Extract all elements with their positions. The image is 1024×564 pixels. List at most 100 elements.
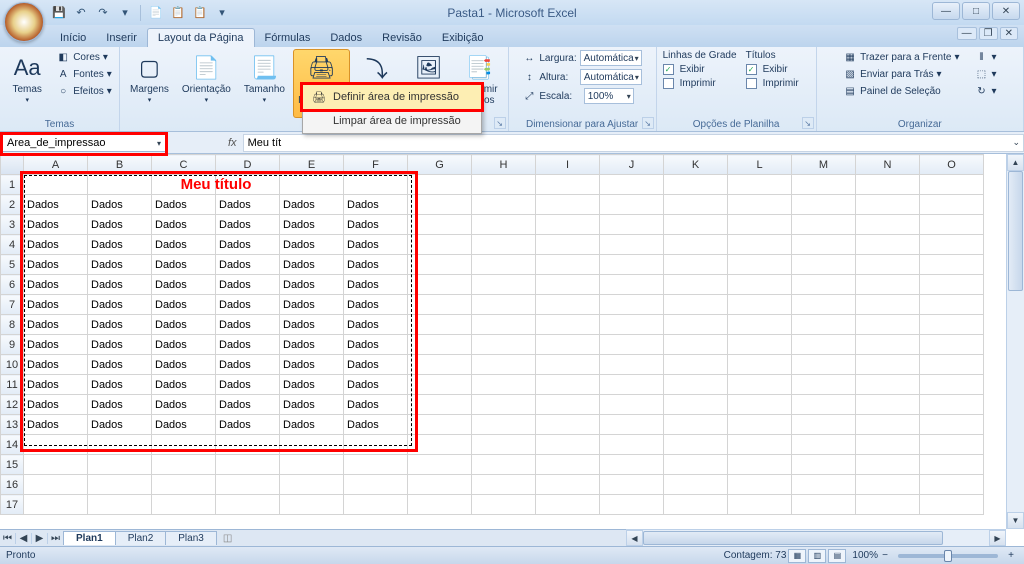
cell-N1[interactable] [856, 175, 920, 195]
col-header-F[interactable]: F [344, 155, 408, 175]
cell-F16[interactable] [344, 475, 408, 495]
cell-G15[interactable] [408, 455, 472, 475]
cell-J4[interactable] [600, 235, 664, 255]
cell-A10[interactable]: Dados [24, 355, 88, 375]
cell-G14[interactable] [408, 435, 472, 455]
name-box[interactable]: Area_de_impressao ▾ [2, 134, 166, 152]
cell-A6[interactable]: Dados [24, 275, 88, 295]
cell-N4[interactable] [856, 235, 920, 255]
cell-D7[interactable]: Dados [216, 295, 280, 315]
cell-K14[interactable] [664, 435, 728, 455]
cell-J10[interactable] [600, 355, 664, 375]
cell-J16[interactable] [600, 475, 664, 495]
cell-J7[interactable] [600, 295, 664, 315]
cell-I15[interactable] [536, 455, 600, 475]
cell-L5[interactable] [728, 255, 792, 275]
cell-O5[interactable] [920, 255, 984, 275]
cell-L17[interactable] [728, 495, 792, 515]
escala-spinner[interactable]: 100% [584, 88, 634, 104]
cell-C17[interactable] [152, 495, 216, 515]
col-header-I[interactable]: I [536, 155, 600, 175]
orientacao-button[interactable]: 📄Orientação▾ [177, 49, 236, 107]
cell-K13[interactable] [664, 415, 728, 435]
trazer-frente-button[interactable]: ▦Trazer para a Frente ▾ [840, 49, 962, 65]
cell-J17[interactable] [600, 495, 664, 515]
cell-B9[interactable]: Dados [88, 335, 152, 355]
scroll-up-button[interactable]: ▲ [1007, 154, 1024, 171]
cell-J9[interactable] [600, 335, 664, 355]
dialog-launcher-config-pagina[interactable]: ↘ [494, 117, 506, 129]
cell-A17[interactable] [24, 495, 88, 515]
cell-F13[interactable]: Dados [344, 415, 408, 435]
zoom-thumb[interactable] [944, 550, 952, 562]
cell-M16[interactable] [792, 475, 856, 495]
cell-A5[interactable]: Dados [24, 255, 88, 275]
tamanho-button[interactable]: 📃Tamanho▾ [239, 49, 290, 107]
row-header-15[interactable]: 15 [1, 455, 24, 475]
painel-selecao-button[interactable]: ▤Painel de Seleção [840, 83, 962, 99]
cell-B15[interactable] [88, 455, 152, 475]
cell-N10[interactable] [856, 355, 920, 375]
view-normal-button[interactable]: ▦ [788, 549, 806, 563]
col-header-G[interactable]: G [408, 155, 472, 175]
col-header-K[interactable]: K [664, 155, 728, 175]
cell-J3[interactable] [600, 215, 664, 235]
col-header-B[interactable]: B [88, 155, 152, 175]
cell-E7[interactable]: Dados [280, 295, 344, 315]
worksheet-grid[interactable]: ABCDEFGHIJKLMNO1Meu título2DadosDadosDad… [0, 154, 1006, 529]
cell-G11[interactable] [408, 375, 472, 395]
cell-C11[interactable]: Dados [152, 375, 216, 395]
cell-A7[interactable]: Dados [24, 295, 88, 315]
sheet-tab-plan3[interactable]: Plan3 [165, 531, 217, 545]
cell-G2[interactable] [408, 195, 472, 215]
cell-G4[interactable] [408, 235, 472, 255]
cell-D3[interactable]: Dados [216, 215, 280, 235]
row-header-14[interactable]: 14 [1, 435, 24, 455]
cell-L13[interactable] [728, 415, 792, 435]
cell-G7[interactable] [408, 295, 472, 315]
largura-combo[interactable]: Automática [580, 50, 642, 66]
headings-view-checkbox[interactable]: ✓Exibir [743, 63, 813, 76]
cell-I3[interactable] [536, 215, 600, 235]
cell-B8[interactable]: Dados [88, 315, 152, 335]
cell-M13[interactable] [792, 415, 856, 435]
cell-M10[interactable] [792, 355, 856, 375]
align-button[interactable]: ⫴▾ [971, 49, 999, 65]
altura-combo[interactable]: Automática [580, 69, 642, 85]
cell-K11[interactable] [664, 375, 728, 395]
row-header-11[interactable]: 11 [1, 375, 24, 395]
cell-E10[interactable]: Dados [280, 355, 344, 375]
row-header-1[interactable]: 1 [1, 175, 24, 195]
cell-H8[interactable] [472, 315, 536, 335]
cell-A14[interactable] [24, 435, 88, 455]
cell-J13[interactable] [600, 415, 664, 435]
cell-F8[interactable]: Dados [344, 315, 408, 335]
fx-icon[interactable]: fx [228, 137, 237, 149]
sheet-nav-next[interactable]: ▶ [32, 533, 48, 544]
cell-C6[interactable]: Dados [152, 275, 216, 295]
tab-dados[interactable]: Dados [320, 29, 372, 47]
row-header-8[interactable]: 8 [1, 315, 24, 335]
new-sheet-button[interactable]: ◫ [217, 532, 238, 545]
cell-O8[interactable] [920, 315, 984, 335]
margens-button[interactable]: ▢Margens▾ [125, 49, 174, 107]
cell-H15[interactable] [472, 455, 536, 475]
cell-L12[interactable] [728, 395, 792, 415]
wb-close-button[interactable]: ✕ [1000, 27, 1018, 40]
group-button[interactable]: ⬚▾ [971, 66, 999, 82]
cell-G8[interactable] [408, 315, 472, 335]
zoom-in-button[interactable]: + [1004, 550, 1018, 561]
expand-formula-bar-icon[interactable]: ⌄ [1012, 137, 1020, 148]
row-header-2[interactable]: 2 [1, 195, 24, 215]
cell-N6[interactable] [856, 275, 920, 295]
col-header-A[interactable]: A [24, 155, 88, 175]
cell-O16[interactable] [920, 475, 984, 495]
cell-A1[interactable]: Meu título [24, 175, 88, 195]
cell-D14[interactable] [216, 435, 280, 455]
cell-M8[interactable] [792, 315, 856, 335]
wb-restore-button[interactable]: ❐ [979, 27, 998, 40]
cell-O12[interactable] [920, 395, 984, 415]
cell-D17[interactable] [216, 495, 280, 515]
cell-H2[interactable] [472, 195, 536, 215]
cell-A16[interactable] [24, 475, 88, 495]
